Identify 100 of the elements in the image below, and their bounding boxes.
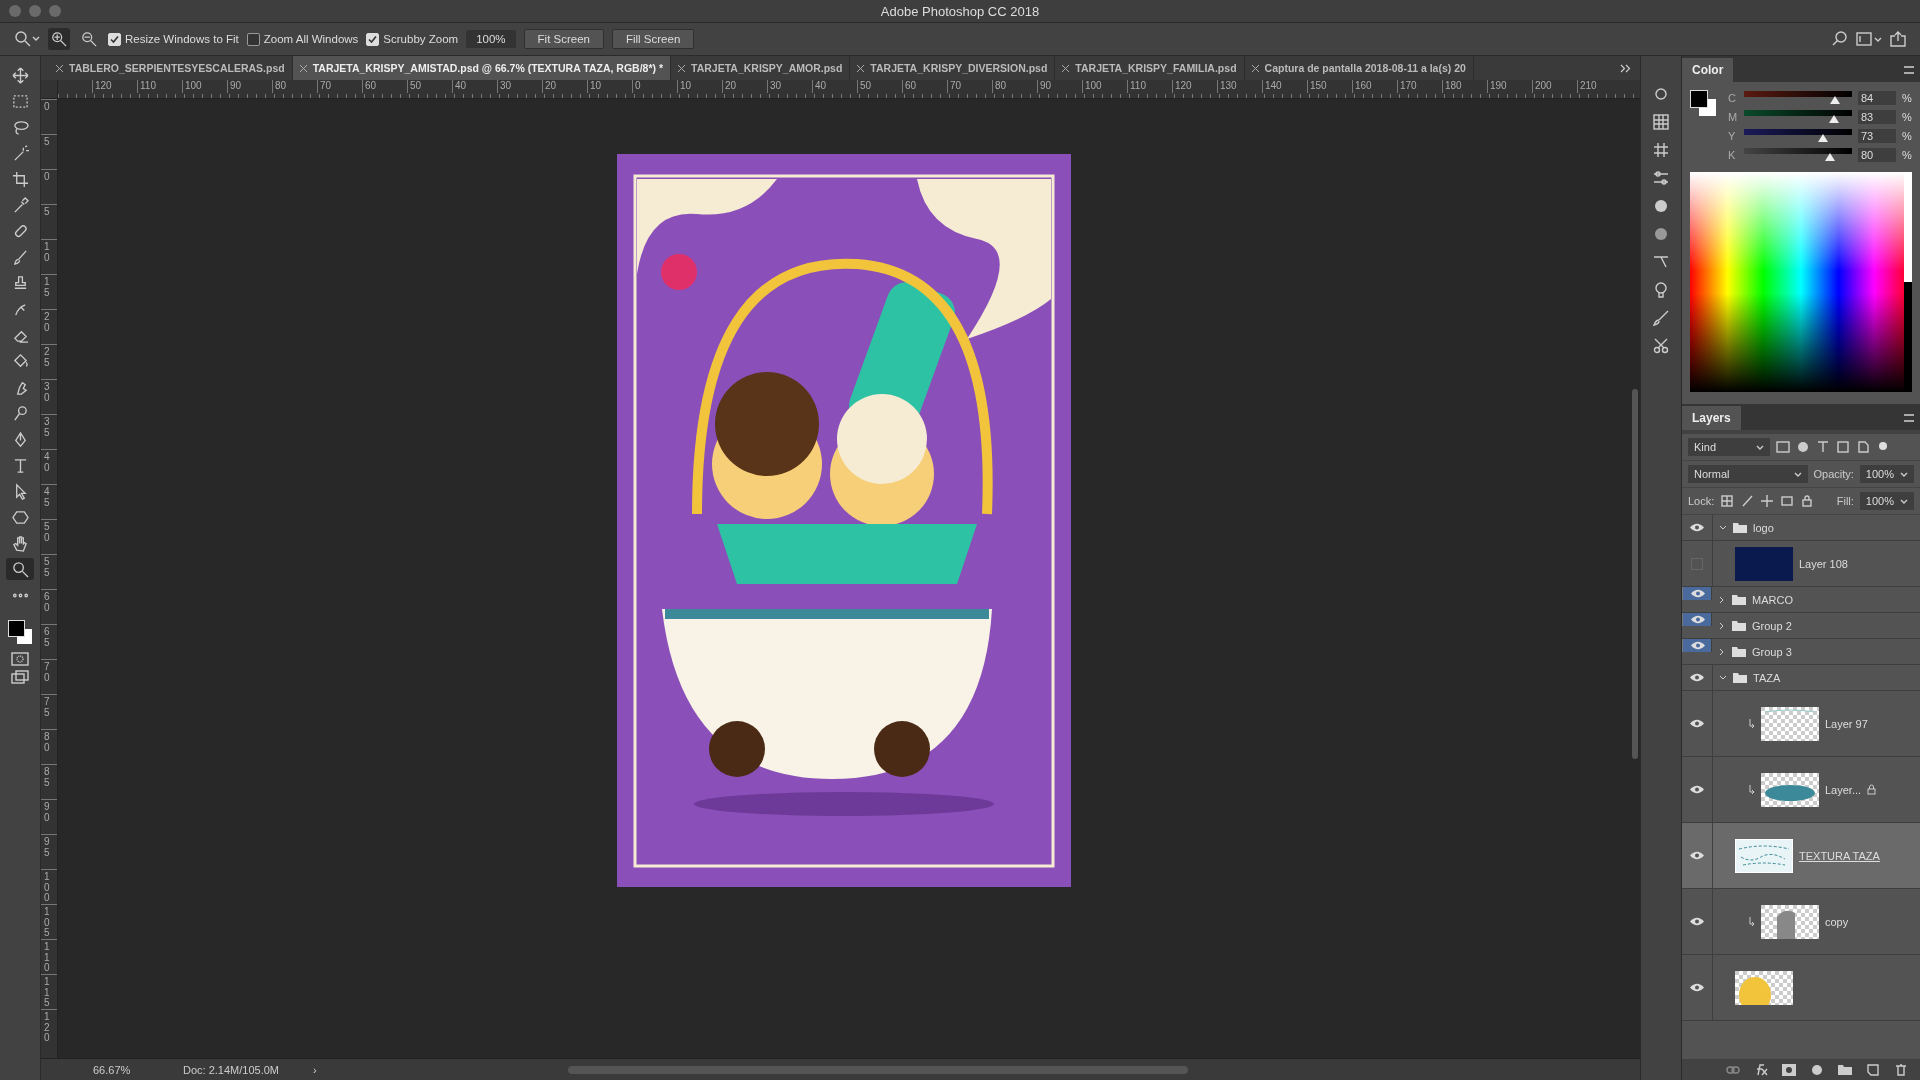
workspace-icon[interactable]	[1856, 32, 1882, 46]
adjustment-icon[interactable]	[1810, 1064, 1824, 1076]
blend-mode-dropdown[interactable]: Normal	[1688, 465, 1808, 483]
folder-icon[interactable]	[1838, 1064, 1852, 1076]
eye-icon[interactable]	[1691, 615, 1705, 624]
slider-thumb[interactable]	[1825, 152, 1836, 161]
share-icon[interactable]	[1890, 31, 1906, 47]
grid-icon[interactable]	[1653, 114, 1669, 130]
visibility-toggle[interactable]	[1682, 613, 1712, 626]
eye-icon[interactable]	[1690, 523, 1704, 532]
layer-row[interactable]: Layer 108	[1682, 541, 1920, 587]
lightbulb-icon[interactable]	[1653, 282, 1669, 298]
channel-value-field[interactable]: 80	[1858, 147, 1896, 162]
eye-icon[interactable]	[1690, 851, 1704, 860]
screen-mode-icon[interactable]	[11, 670, 29, 684]
status-menu-arrow[interactable]: ›	[313, 1064, 353, 1076]
type-filter-icon[interactable]	[1816, 441, 1830, 453]
checkbox[interactable]	[246, 32, 260, 46]
checkbox-label[interactable]: Scrubby Zoom	[383, 33, 459, 45]
close-icon[interactable]	[1062, 64, 1070, 72]
shape-filter-icon[interactable]	[1836, 441, 1850, 453]
eye-icon[interactable]	[1690, 983, 1704, 992]
mask-icon[interactable]	[1782, 1064, 1796, 1076]
circle-icon[interactable]	[1653, 226, 1669, 242]
layer-row[interactable]: Layer 97	[1682, 691, 1920, 757]
link-icon[interactable]	[1726, 1064, 1740, 1076]
scrollbar[interactable]	[568, 1066, 1188, 1074]
layer-name[interactable]: Group 3	[1752, 645, 1792, 658]
checkbox-label[interactable]: Zoom All Windows	[263, 33, 359, 45]
layer-row[interactable]: TEXTURA TAZA	[1682, 823, 1920, 889]
document-tab[interactable]: TARJETA_KRISPY_AMISTAD.psd @ 66.7% (TEXTURA TAZA, RGB/8*) *	[292, 56, 672, 80]
layer-name[interactable]: copy	[1825, 915, 1849, 928]
quick-mask-icon[interactable]	[11, 652, 29, 666]
panel-tab[interactable]: Color	[1682, 58, 1734, 82]
chevron-icon[interactable]	[1900, 498, 1908, 504]
zoom-preset-button[interactable]: Fit Screen	[523, 29, 604, 49]
scissors-icon[interactable]	[1653, 338, 1669, 354]
layer-name[interactable]: Layer 97	[1825, 717, 1868, 730]
filter-dropdown[interactable]: Kind	[1688, 438, 1770, 456]
zoom-in-button[interactable]	[48, 28, 70, 50]
checkbox-label[interactable]: Resize Windows to Fit	[125, 33, 239, 45]
zoom-preset-button[interactable]: Fill Screen	[612, 29, 695, 49]
brush-icon[interactable]	[1740, 495, 1755, 507]
sliders-icon[interactable]	[1653, 170, 1669, 186]
channel-value-field[interactable]: 73	[1858, 128, 1896, 143]
smart-object-filter-icon[interactable]	[1856, 441, 1870, 453]
layer-name[interactable]: Layer...	[1825, 783, 1862, 796]
adjustment-filter-icon[interactable]	[1796, 441, 1810, 453]
eye-icon[interactable]	[1691, 589, 1705, 598]
close-icon[interactable]	[678, 64, 686, 72]
more-tabs-icon[interactable]	[1620, 63, 1632, 73]
menu-icon[interactable]	[1904, 414, 1914, 422]
layer-name[interactable]: logo	[1753, 521, 1774, 534]
eye-icon[interactable]	[1690, 719, 1704, 728]
close-icon[interactable]	[1251, 64, 1259, 72]
opacity-field[interactable]: 100%	[1859, 465, 1914, 483]
layer-name[interactable]: TEXTURA TAZA	[1799, 849, 1880, 862]
menu-icon[interactable]	[1904, 66, 1914, 74]
filter-toggle-icon[interactable]	[1876, 441, 1890, 453]
visibility-toggle[interactable]	[1682, 639, 1712, 652]
eye-icon[interactable]	[1690, 673, 1704, 682]
ruler-label: 100	[44, 872, 50, 904]
lock-icon[interactable]	[1800, 495, 1815, 507]
image-filter-icon[interactable]	[1776, 441, 1790, 453]
channel-value-field[interactable]: 84	[1858, 90, 1896, 105]
layer-row[interactable]	[1682, 955, 1920, 1021]
channel-value-field[interactable]: 83	[1858, 109, 1896, 124]
layer-row[interactable]: Layer...	[1682, 757, 1920, 823]
zoom-tool-icon[interactable]	[14, 30, 40, 48]
chevron-icon[interactable]	[1756, 444, 1764, 450]
eye-icon[interactable]	[1690, 917, 1704, 926]
fill-field[interactable]: 100%	[1859, 492, 1914, 510]
chevron-icon[interactable]	[1793, 471, 1802, 477]
scrollbar[interactable]	[1632, 389, 1638, 759]
effects-icon[interactable]	[1754, 1064, 1768, 1076]
close-icon[interactable]	[56, 64, 63, 72]
layer-name[interactable]: Group 2	[1752, 619, 1792, 632]
new-layer-icon[interactable]	[1866, 1064, 1880, 1076]
layer-name[interactable]: TAZA	[1753, 671, 1781, 684]
brush-icon[interactable]	[1653, 310, 1669, 326]
close-icon[interactable]	[299, 64, 307, 72]
close-icon[interactable]	[857, 64, 865, 72]
zoom-level[interactable]: 66.67%	[41, 1064, 159, 1076]
chevron-icon[interactable]	[1900, 471, 1908, 477]
zoom-value-field[interactable]: 100%	[466, 30, 516, 48]
move-icon[interactable]	[1760, 495, 1775, 507]
artboard-icon[interactable]	[1780, 495, 1795, 507]
lock-pixels-icon[interactable]	[1720, 495, 1735, 507]
layer-row[interactable]: copy	[1682, 889, 1920, 955]
eye-icon[interactable]	[1691, 641, 1705, 650]
search-icon[interactable]	[1832, 31, 1848, 47]
visibility-toggle[interactable]	[1682, 587, 1712, 600]
panel-tab[interactable]: Layers	[1682, 406, 1741, 430]
zoom-tool-icon[interactable]	[6, 558, 34, 580]
color-spectrum[interactable]	[1690, 172, 1912, 392]
trash-icon[interactable]	[1894, 1064, 1908, 1076]
grid-icon[interactable]	[1653, 142, 1669, 158]
layer-name[interactable]: MARCO	[1752, 593, 1793, 606]
layer-name[interactable]: Layer 108	[1799, 557, 1848, 570]
eye-icon[interactable]	[1690, 785, 1704, 794]
